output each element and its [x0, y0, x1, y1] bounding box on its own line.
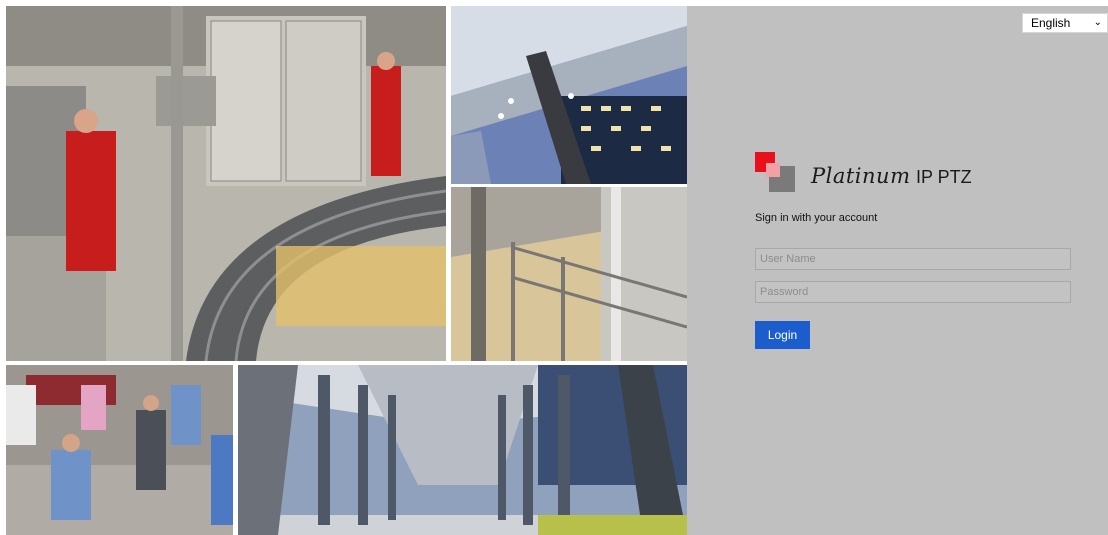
login-panel: English ⌄ Platinum IP PTZ Sign in with y… — [687, 6, 1108, 535]
brand-script-name: Platinum — [811, 164, 911, 188]
signin-subtitle: Sign in with your account — [755, 212, 878, 224]
logo-icon — [755, 152, 797, 194]
brand-model: IP PTZ — [915, 167, 972, 187]
login-button[interactable]: Login — [755, 321, 810, 349]
product-brand: Platinum IP PTZ — [811, 164, 972, 194]
language-select[interactable]: English ⌄ — [1022, 13, 1108, 33]
factory-photo — [6, 6, 446, 361]
background-collage — [6, 6, 687, 535]
chevron-down-icon: ⌄ — [1093, 17, 1102, 28]
railing-photo — [451, 187, 687, 361]
building-night-photo — [451, 6, 687, 184]
colonnade-photo — [238, 365, 687, 535]
crowd-photo — [6, 365, 233, 535]
username-input[interactable] — [755, 248, 1071, 270]
language-selected-value: English — [1031, 16, 1071, 30]
password-input[interactable] — [755, 281, 1071, 303]
